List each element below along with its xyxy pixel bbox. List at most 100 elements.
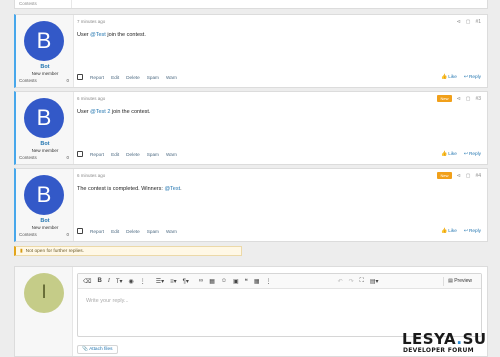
reply-button[interactable]: ↩Reply: [464, 228, 481, 234]
delete-link[interactable]: Delete: [126, 229, 140, 234]
post-number[interactable]: #1: [475, 19, 481, 25]
palette-icon[interactable]: ◉: [129, 278, 134, 285]
report-link[interactable]: Report: [90, 75, 104, 80]
delete-link[interactable]: Delete: [126, 152, 140, 157]
like-button[interactable]: 👍Like: [441, 74, 457, 80]
quote-icon[interactable]: ❝: [245, 278, 248, 285]
username[interactable]: Bot: [16, 141, 74, 147]
post-message: User @Test 2 join the contest.: [77, 109, 150, 115]
warn-link[interactable]: Warn: [166, 75, 177, 80]
media-icon[interactable]: ▣: [233, 278, 239, 285]
post-number[interactable]: #3: [475, 96, 481, 102]
lock-icon: ▮: [20, 249, 23, 254]
user-stat: Contests 0: [19, 232, 69, 237]
avatar[interactable]: B: [24, 98, 64, 138]
post-time[interactable]: 6 minutes ago: [77, 173, 105, 178]
mention-link[interactable]: @Test: [90, 32, 106, 38]
stat-value: 0: [66, 78, 69, 83]
share-icon[interactable]: ⊲: [457, 19, 461, 25]
text-size-icon[interactable]: T▾: [116, 278, 123, 285]
bold-icon[interactable]: B: [97, 278, 101, 284]
avatar[interactable]: B: [24, 175, 64, 215]
image-icon[interactable]: ▦: [209, 278, 215, 285]
report-link[interactable]: Report: [90, 152, 104, 157]
reply-button[interactable]: ↩Reply: [464, 151, 481, 157]
preview-button[interactable]: ▤ Preview: [443, 277, 476, 286]
mention-link[interactable]: @Test 2: [90, 109, 110, 115]
share-icon[interactable]: ⊲: [457, 96, 461, 102]
report-link[interactable]: Report: [90, 229, 104, 234]
reply-user-cell: I: [15, 267, 73, 356]
message-text: join the contest.: [105, 32, 146, 38]
redo-icon[interactable]: ↷: [349, 278, 354, 285]
select-checkbox[interactable]: [77, 228, 83, 234]
stat-label: Contests: [19, 155, 37, 160]
bookmark-icon[interactable]: ▢: [466, 173, 471, 179]
post-time[interactable]: 7 minutes ago: [77, 19, 105, 24]
align-icon[interactable]: ≡▾: [170, 278, 177, 285]
reply-button[interactable]: ↩Reply: [464, 74, 481, 80]
avatar[interactable]: I: [24, 273, 64, 313]
site-logo-watermark: LESYA.SU DEVELOPER FORUM: [402, 330, 500, 357]
mention-link[interactable]: @Test: [164, 186, 180, 192]
emoji-icon[interactable]: ☺: [221, 278, 227, 284]
post-reactions: 👍Like ↩Reply: [441, 228, 481, 234]
post-header-tools: New ⊲ ▢ #4: [437, 172, 481, 179]
post-number[interactable]: #4: [475, 173, 481, 179]
spam-link[interactable]: Spam: [147, 229, 159, 234]
user-title: New member: [31, 225, 59, 230]
like-button[interactable]: 👍Like: [441, 228, 457, 234]
post: B Bot New member Contests 0 6 minutes ag…: [14, 168, 488, 242]
locked-notice: ▮ Not open for further replies.: [14, 246, 242, 256]
spam-link[interactable]: Spam: [147, 152, 159, 157]
more-icon[interactable]: ⋮: [140, 278, 146, 285]
post-footer: Report Edit Delete Spam Warn 👍Like ↩Repl…: [77, 227, 481, 235]
like-label: Like: [448, 151, 457, 156]
stat-label: Contests: [19, 232, 37, 237]
italic-icon[interactable]: I: [108, 278, 110, 284]
preview-label: Preview: [454, 278, 472, 284]
bookmark-icon[interactable]: ▢: [466, 19, 471, 25]
delete-link[interactable]: Delete: [126, 75, 140, 80]
warn-link[interactable]: Warn: [166, 229, 177, 234]
stat-label: Contests: [19, 78, 37, 83]
post-footer: Report Edit Delete Spam Warn 👍Like ↩Repl…: [77, 73, 481, 81]
edit-link[interactable]: Edit: [111, 229, 119, 234]
like-label: Like: [448, 228, 457, 233]
new-badge: New: [437, 95, 452, 102]
attach-files-button[interactable]: 📎 Attach files: [77, 345, 118, 354]
user-cell: B Bot New member Contests 0: [16, 15, 74, 87]
paragraph-icon[interactable]: ¶▾: [183, 278, 189, 285]
bookmark-icon[interactable]: ▢: [466, 96, 471, 102]
select-checkbox[interactable]: [77, 151, 83, 157]
avatar[interactable]: B: [24, 21, 64, 61]
post-header-tools: ⊲ ▢ #1: [457, 18, 482, 25]
post-reactions: 👍Like ↩Reply: [441, 74, 481, 80]
eraser-icon[interactable]: ⌫: [83, 278, 91, 285]
drafts-icon[interactable]: ▤▾: [370, 278, 379, 285]
reply-label: Reply: [469, 151, 481, 156]
username[interactable]: Bot: [16, 64, 74, 70]
select-checkbox[interactable]: [77, 74, 83, 80]
post-time[interactable]: 6 minutes ago: [77, 96, 105, 101]
post: B Bot New member Contests 0 7 minutes ag…: [14, 14, 488, 88]
table-icon[interactable]: ▦: [254, 278, 260, 285]
edit-link[interactable]: Edit: [111, 152, 119, 157]
fullscreen-icon[interactable]: ⛶: [360, 278, 364, 285]
reply-label: Reply: [469, 228, 481, 233]
thumbs-up-icon: 👍: [440, 228, 448, 234]
reply-input[interactable]: Write your reply...: [86, 298, 129, 304]
spam-link[interactable]: Spam: [147, 75, 159, 80]
username[interactable]: Bot: [16, 218, 74, 224]
paperclip-icon: 📎: [82, 347, 88, 352]
link-icon[interactable]: ∞: [199, 278, 203, 284]
more-icon[interactable]: ⋮: [266, 278, 272, 285]
like-button[interactable]: 👍Like: [441, 151, 457, 157]
attach-label: Attach files: [89, 347, 113, 352]
list-icon[interactable]: ☰▾: [156, 278, 164, 285]
share-icon[interactable]: ⊲: [457, 173, 461, 179]
post-message: The contest is completed. Winners: @Test…: [77, 186, 182, 192]
edit-link[interactable]: Edit: [111, 75, 119, 80]
warn-link[interactable]: Warn: [166, 152, 177, 157]
undo-icon[interactable]: ↶: [338, 278, 343, 285]
